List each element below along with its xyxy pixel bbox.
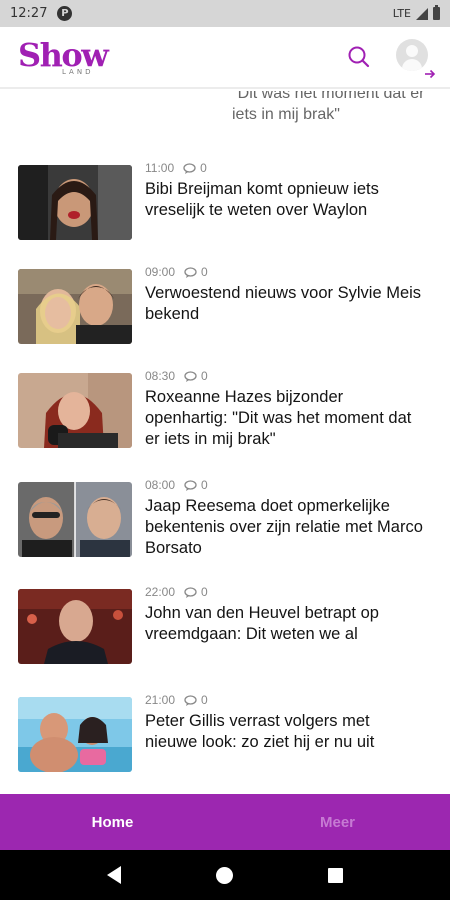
app-header: Show LAND xyxy=(0,27,450,89)
home-icon[interactable] xyxy=(215,866,233,884)
article-item[interactable]: 21:00 0 Peter Gillis verrast volgers met… xyxy=(18,693,438,777)
article-thumbnail[interactable] xyxy=(18,482,132,557)
signal-icon xyxy=(416,7,428,20)
article-time: 09:00 xyxy=(145,265,176,279)
article-item[interactable]: 09:00 0 Verwoestend nieuws voor Sylvie M… xyxy=(18,265,438,349)
article-time: 08:30 xyxy=(145,369,176,383)
article-item[interactable]: 08:30 0 Roxeanne Hazes bijzonder openhar… xyxy=(18,369,438,453)
showland-logo[interactable]: Show LAND xyxy=(18,34,118,80)
article-meta: 22:00 0 xyxy=(145,585,208,599)
comment-icon xyxy=(184,266,197,278)
comment-count: 0 xyxy=(201,585,208,599)
article-thumbnail[interactable] xyxy=(18,269,132,344)
comment-icon xyxy=(184,479,197,491)
article-time: 08:00 xyxy=(145,478,176,492)
article-thumbnail[interactable] xyxy=(18,165,132,240)
search-icon xyxy=(348,46,370,68)
status-time: 12:27 xyxy=(10,6,48,21)
article-thumbnail[interactable] xyxy=(18,697,132,772)
article-item[interactable]: 08:00 0 Jaap Reesema doet opmerkelijke b… xyxy=(18,478,438,562)
network-type: LTE xyxy=(392,7,411,20)
login-arrow-icon xyxy=(425,69,436,79)
bottom-navigation: Home Meer xyxy=(0,794,450,850)
comment-count: 0 xyxy=(200,161,207,175)
recent-apps-icon[interactable] xyxy=(327,867,343,883)
article-title[interactable]: Roxeanne Hazes bijzonder openhartig: "Di… xyxy=(145,387,425,450)
article-thumbnail[interactable] xyxy=(18,589,132,664)
article-thumbnail[interactable] xyxy=(18,373,132,448)
account-button[interactable] xyxy=(396,39,436,79)
article-meta: 11:00 0 xyxy=(145,161,207,175)
app-notification-icon: P xyxy=(57,6,73,21)
battery-icon xyxy=(433,5,440,20)
article-meta: 09:00 0 xyxy=(145,265,208,279)
comment-count: 0 xyxy=(201,369,208,383)
article-item[interactable]: 11:00 0 Bibi Breijman komt opnieuw iets … xyxy=(18,161,438,245)
comment-count: 0 xyxy=(201,478,208,492)
comment-icon xyxy=(183,162,196,174)
comment-icon xyxy=(184,370,197,382)
comment-count: 0 xyxy=(201,265,208,279)
article-meta: 08:30 0 xyxy=(145,369,208,383)
search-button[interactable] xyxy=(346,44,372,70)
comment-count: 0 xyxy=(201,693,208,707)
article-title[interactable]: Verwoestend nieuws voor Sylvie Meis beke… xyxy=(145,283,425,325)
logo-subtext: LAND xyxy=(62,68,94,76)
status-bar: 12:27 P LTE xyxy=(0,0,450,27)
back-icon[interactable] xyxy=(107,866,122,884)
article-title[interactable]: Jaap Reesema doet opmerkelijke bekenteni… xyxy=(145,496,425,559)
article-title[interactable]: Peter Gillis verrast volgers met nieuwe … xyxy=(145,711,425,753)
scrolled-snippet: "Dit was het moment dat er iets in mij b… xyxy=(232,91,425,123)
tab-home[interactable]: Home xyxy=(0,794,225,850)
comment-icon xyxy=(184,694,197,706)
article-meta: 08:00 0 xyxy=(145,478,208,492)
tab-meer[interactable]: Meer xyxy=(225,794,450,850)
system-navigation-bar xyxy=(0,850,450,900)
article-feed[interactable]: "Dit was het moment dat er iets in mij b… xyxy=(0,91,450,794)
status-indicators: LTE xyxy=(392,5,440,20)
article-title[interactable]: John van den Heuvel betrapt op vreemdgaa… xyxy=(145,603,425,645)
article-meta: 21:00 0 xyxy=(145,693,208,707)
article-item[interactable]: 22:00 0 John van den Heuvel betrapt op v… xyxy=(18,585,438,669)
article-time: 21:00 xyxy=(145,693,176,707)
comment-icon xyxy=(184,586,197,598)
article-time: 11:00 xyxy=(145,161,175,175)
article-time: 22:00 xyxy=(145,585,176,599)
article-title[interactable]: Bibi Breijman komt opnieuw iets vreselij… xyxy=(145,179,425,221)
